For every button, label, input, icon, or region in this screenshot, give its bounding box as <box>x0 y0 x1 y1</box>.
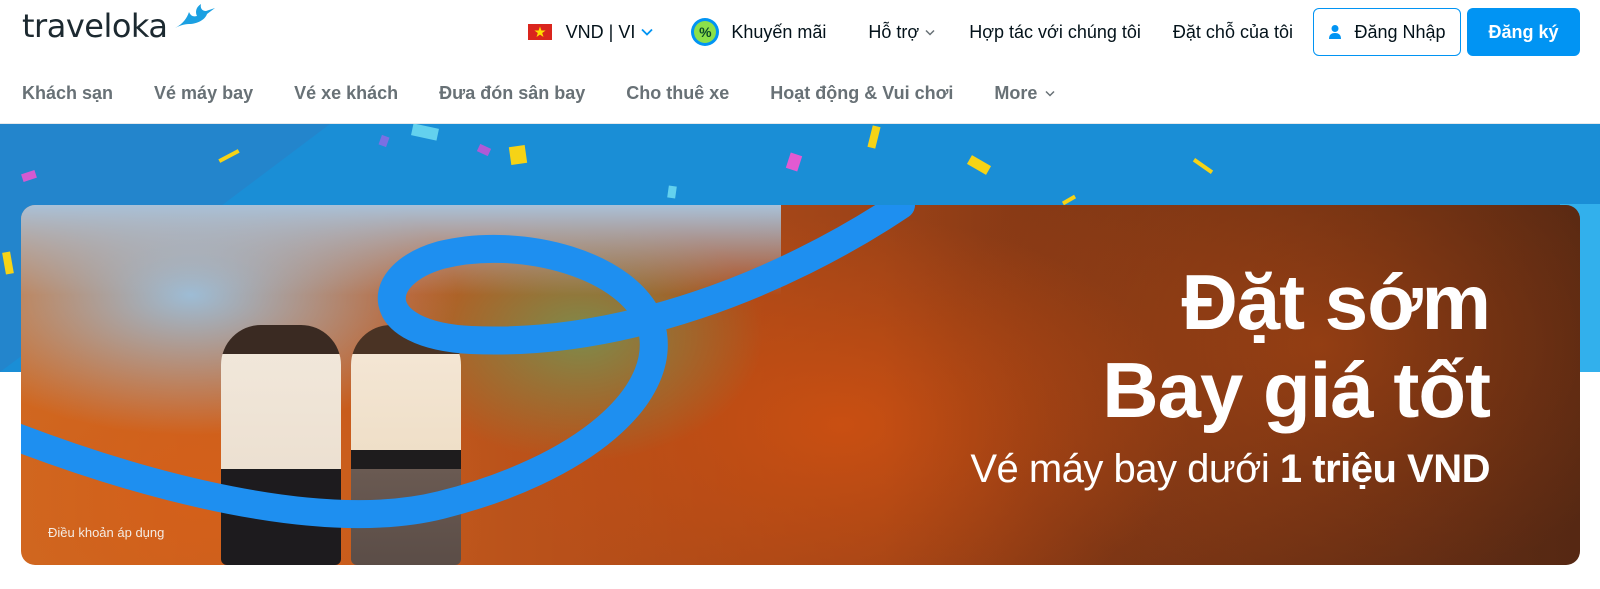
tab-activities[interactable]: Hoạt động & Vui chơi <box>770 83 953 104</box>
tab-label: Cho thuê xe <box>626 83 730 103</box>
logo-text: traveloka <box>22 7 168 45</box>
banner-subline-prefix: Vé máy bay dưới <box>970 447 1280 491</box>
tab-more[interactable]: More <box>994 83 1055 104</box>
login-label: Đăng Nhập <box>1354 21 1446 42</box>
bird-logo-icon <box>175 4 215 28</box>
tab-label: Hoạt động & Vui chơi <box>770 83 954 103</box>
banner-subline: Vé máy bay dưới 1 triệu VND <box>970 447 1490 492</box>
register-label: Đăng ký <box>1488 21 1559 42</box>
confetti-piece <box>378 134 390 148</box>
confetti-piece <box>667 185 677 199</box>
chevron-down-icon <box>1045 90 1055 97</box>
tab-label: Vé xe khách <box>294 83 399 103</box>
tab-hotels[interactable]: Khách sạn <box>22 83 113 104</box>
currency-label: VND | VI <box>565 21 636 42</box>
my-booking-link[interactable]: Đặt chỗ của tôi <box>1173 8 1293 56</box>
confetti-piece <box>411 124 439 141</box>
confetti-piece <box>867 125 881 149</box>
promotions-label: Khuyến mãi <box>731 21 827 42</box>
partner-link[interactable]: Hợp tác với chúng tôi <box>969 8 1141 56</box>
login-button[interactable]: Đăng Nhập <box>1313 8 1461 56</box>
tab-label: Đưa đón sân bay <box>439 83 586 103</box>
register-button[interactable]: Đăng ký <box>1467 8 1580 56</box>
tab-flights[interactable]: Vé máy bay <box>154 83 253 104</box>
confetti-piece <box>1192 158 1214 174</box>
banner-headline-line1: Đặt sớm <box>1181 258 1491 346</box>
traveloka-logo[interactable]: traveloka <box>22 4 215 46</box>
vietnam-flag-icon <box>527 24 552 40</box>
tab-label: Vé máy bay <box>154 83 254 103</box>
tab-label: More <box>994 83 1038 103</box>
percent-icon: % <box>691 18 720 46</box>
currency-language-selector[interactable]: VND | VI <box>527 8 654 56</box>
my-booking-label: Đặt chỗ của tôi <box>1172 21 1293 42</box>
tab-airport-transfer[interactable]: Đưa đón sân bay <box>439 83 585 104</box>
confetti-piece <box>785 152 803 172</box>
partner-label: Hợp tác với chúng tôi <box>969 21 1141 42</box>
confetti-piece <box>508 144 528 166</box>
banner-headline-line2: Bay giá tốt <box>1102 346 1491 434</box>
product-tabs: Khách sạn Vé máy bay Vé xe khách Đưa đón… <box>0 64 1600 124</box>
support-menu[interactable]: Hỗ trợ <box>868 8 935 56</box>
confetti-piece <box>966 155 992 175</box>
terms-apply-text: Điều khoản áp dụng <box>48 525 165 540</box>
promotions-link[interactable]: % Khuyến mãi <box>691 8 826 56</box>
banner-subline-price: 1 triệu VND <box>1279 447 1491 491</box>
tab-car-rental[interactable]: Cho thuê xe <box>626 83 729 104</box>
chevron-down-icon <box>925 29 935 36</box>
top-navigation-bar: traveloka VND | VI % Khuyến mãi Hỗ trợ H… <box>0 0 1600 64</box>
user-icon <box>1329 25 1342 39</box>
tab-bus-tickets[interactable]: Vé xe khách <box>294 83 398 104</box>
chevron-down-icon <box>641 28 653 36</box>
confetti-piece <box>476 143 492 157</box>
support-label: Hỗ trợ <box>868 21 920 42</box>
header-actions: VND | VI % Khuyến mãi Hỗ trợ Hợp tác với… <box>527 8 1580 56</box>
confetti-piece <box>1061 194 1077 206</box>
tab-label: Khách sạn <box>22 83 114 103</box>
promo-banner[interactable]: Đặt sớm Bay giá tốt Vé máy bay dưới 1 tr… <box>21 205 1580 565</box>
